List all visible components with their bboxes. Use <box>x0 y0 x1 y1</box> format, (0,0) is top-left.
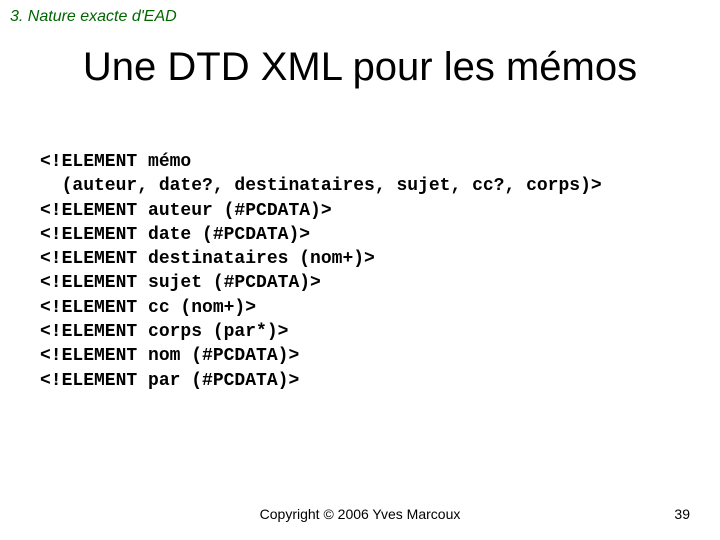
footer-copyright: Copyright © 2006 Yves Marcoux <box>0 506 720 522</box>
page-number: 39 <box>674 506 690 522</box>
code-line: <!ELEMENT destinataires (nom+)> <box>40 249 375 269</box>
code-line: <!ELEMENT mémo <box>40 152 191 172</box>
code-line: <!ELEMENT corps (par*)> <box>40 322 288 342</box>
code-line: <!ELEMENT cc (nom+)> <box>40 298 256 318</box>
code-line: <!ELEMENT date (#PCDATA)> <box>40 225 310 245</box>
code-line: <!ELEMENT auteur (#PCDATA)> <box>40 201 332 221</box>
dtd-code-block: <!ELEMENT mémo (auteur, date?, destinata… <box>40 150 602 393</box>
section-header: 3. Nature exacte d'EAD <box>10 8 177 26</box>
code-line: <!ELEMENT par (#PCDATA)> <box>40 371 299 391</box>
code-line: <!ELEMENT nom (#PCDATA)> <box>40 346 299 366</box>
slide: 3. Nature exacte d'EAD Une DTD XML pour … <box>0 0 720 540</box>
code-line: <!ELEMENT sujet (#PCDATA)> <box>40 273 321 293</box>
code-line: (auteur, date?, destinataires, sujet, cc… <box>40 176 602 196</box>
slide-title: Une DTD XML pour les mémos <box>0 45 720 90</box>
